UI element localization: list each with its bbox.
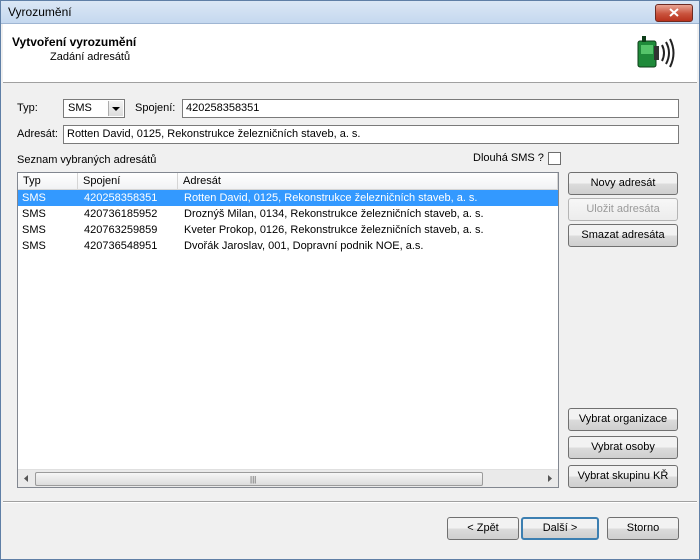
list-header: Typ Spojení Adresát <box>18 173 558 190</box>
chevron-down-icon[interactable] <box>108 101 123 116</box>
column-spojeni[interactable]: Spojení <box>78 173 178 189</box>
table-row[interactable]: SMS 420736548951 Dvořák Jaroslav, 001, D… <box>18 238 558 254</box>
cell-typ: SMS <box>22 192 46 204</box>
cell-adresat: Rotten David, 0125, Rekonstrukce železni… <box>184 192 478 204</box>
cell-typ: SMS <box>22 224 46 236</box>
adresat-input[interactable]: Rotten David, 0125, Rekonstrukce železni… <box>63 125 679 144</box>
select-group-button[interactable]: Vybrat skupinu KŘ <box>568 465 678 488</box>
grip-icon: ||| <box>250 475 257 484</box>
select-organizations-button[interactable]: Vybrat organizace <box>568 408 678 431</box>
cell-adresat: Kveter Prokop, 0126, Rekonstrukce železn… <box>184 224 484 236</box>
cell-spojeni: 420763259859 <box>84 224 158 236</box>
typ-label: Typ: <box>17 102 38 114</box>
column-typ[interactable]: Typ <box>18 173 78 189</box>
next-button[interactable]: Další > <box>521 517 599 540</box>
cell-adresat: Dvořák Jaroslav, 001, Dopravní podnik NO… <box>184 240 424 252</box>
typ-select[interactable]: SMS <box>63 99 125 118</box>
back-button[interactable]: < Zpět <box>447 517 519 540</box>
dialog-window: Vyrozumění Vytvoření vyrozumění Zadání a… <box>0 0 700 560</box>
cell-typ: SMS <box>22 240 46 252</box>
cancel-button[interactable]: Storno <box>607 517 679 540</box>
delete-recipient-button[interactable]: Smazat adresáta <box>568 224 678 247</box>
table-row[interactable]: SMS 420763259859 Kveter Prokop, 0126, Re… <box>18 222 558 238</box>
spojeni-label: Spojení: <box>135 102 176 114</box>
close-button[interactable] <box>655 4 693 22</box>
scroll-right-icon[interactable] <box>541 470 558 487</box>
adresat-label: Adresát: <box>17 128 58 140</box>
spojeni-input[interactable]: 420258358351 <box>182 99 679 118</box>
horizontal-scrollbar[interactable]: ||| <box>18 469 558 487</box>
divider <box>3 501 697 503</box>
phone-signal-icon <box>637 36 675 68</box>
select-persons-button[interactable]: Vybrat osoby <box>568 436 678 459</box>
wizard-title: Vytvoření vyrozumění <box>12 35 137 49</box>
table-row[interactable]: SMS 420736185952 Droznýš Milan, 0134, Re… <box>18 206 558 222</box>
cell-spojeni: 420258358351 <box>84 192 158 204</box>
close-icon <box>669 8 679 17</box>
title-bar[interactable]: Vyrozumění <box>1 1 699 24</box>
cell-typ: SMS <box>22 208 46 220</box>
table-row[interactable]: SMS 420258358351 Rotten David, 0125, Rek… <box>18 190 558 206</box>
scroll-left-icon[interactable] <box>18 470 35 487</box>
cell-spojeni: 420736185952 <box>84 208 158 220</box>
scrollbar-thumb[interactable]: ||| <box>35 472 483 486</box>
dlouha-sms-label: Dlouhá SMS ? <box>473 152 544 164</box>
wizard-subtitle: Zadání adresátů <box>50 51 131 63</box>
wizard-header: Vytvoření vyrozumění Zadání adresátů <box>3 24 697 83</box>
typ-value: SMS <box>68 102 92 114</box>
dlouha-sms-checkbox[interactable] <box>548 152 561 165</box>
window-title: Vyrozumění <box>8 5 72 19</box>
new-recipient-button[interactable]: Novy adresát <box>568 172 678 195</box>
list-label: Seznam vybraných adresátů <box>17 154 157 166</box>
cell-adresat: Droznýš Milan, 0134, Rekonstrukce železn… <box>184 208 484 220</box>
cell-spojeni: 420736548951 <box>84 240 158 252</box>
save-recipient-button[interactable]: Uložit adresáta <box>568 198 678 221</box>
recipients-list[interactable]: Typ Spojení Adresát SMS 420258358351 Rot… <box>17 172 559 488</box>
column-adresat[interactable]: Adresát <box>178 173 558 189</box>
